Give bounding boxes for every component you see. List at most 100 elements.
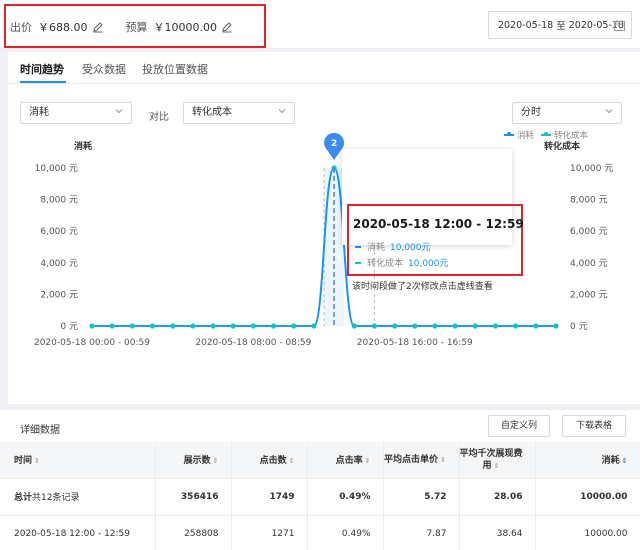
data-point (149, 323, 156, 329)
top-bar: 出价 ￥688.00 预算 ￥10000.00 2020-05-18 至 202… (0, 0, 640, 48)
data-point (553, 323, 559, 329)
tooltip-row-cost-value: 10,000元 (408, 259, 449, 269)
table-cell: 2020-05-18 12:00 - 12:59 (0, 515, 156, 550)
y-tick-right: 0 元 (570, 322, 588, 332)
modification-count-label: 2 (331, 139, 337, 149)
table-total-row: 总计共12条记录 356416 1749 0.49% 5.72 28.06 10… (0, 478, 640, 516)
y-tick-right: 8,000 元 (570, 196, 608, 206)
data-point (452, 323, 458, 329)
download-table-button[interactable]: 下载表格 (562, 415, 626, 437)
table-row[interactable]: 2020-05-18 12:00 - 12:59 258808 1271 0.4… (0, 515, 640, 550)
data-point (291, 323, 297, 329)
table-cell: 0.49% (307, 478, 384, 516)
y-tick-left: 10,000 元 (35, 164, 78, 174)
detail-data-panel: 详细数据 自定义列 下载表格 时间 ⇕ 展示数 ⇕ 点击数 ⇕ 点击率 ⇕ 平均点击单价… (0, 410, 640, 550)
sort-icon[interactable]: ⇕ (34, 457, 40, 465)
sort-icon[interactable]: ⇕ (213, 457, 219, 465)
x-tick-label: 2020-05-18 00:00 - 00:59 (34, 338, 150, 348)
table-cell: 10000.00 (535, 478, 640, 516)
table-cell: 38.64 (459, 515, 536, 550)
data-point (311, 323, 317, 329)
trend-chart[interactable]: 消耗 转化成本10,000 元 10,000 元8,000 元 8,000 元6,00… (8, 52, 640, 352)
y-tick-right: 6,000 元 (570, 227, 608, 237)
edit-bid-icon[interactable] (92, 21, 104, 33)
column-header-time[interactable]: 时间 ⇕ (0, 442, 156, 479)
bid-budget-row: 出价 ￥688.00 预算 ￥10000.00 (10, 19, 233, 35)
x-tick-label: 2020-05-18 08:00 - 08:59 (195, 338, 311, 348)
y-tick-right: 4,000 元 (570, 259, 608, 269)
custom-columns-button[interactable]: 自定义列 (488, 415, 550, 437)
chart-card: 时间趋势 受众数据 投放位置数据 消耗 对比 转化成本 分时 消耗 转化成本 消… (8, 52, 640, 404)
data-point (89, 323, 95, 329)
x-tick-label: 2020-05-18 16:00 - 16:59 (357, 338, 473, 348)
sort-icon[interactable]: ⇕ (494, 460, 500, 472)
data-point (270, 323, 277, 329)
tooltip-row-spend: 消耗 10,000元 (355, 240, 431, 253)
tooltip-title: 2020-05-18 12:00 - 12:59 (353, 217, 524, 231)
table-header-row: 时间 ⇕ 展示数 ⇕ 点击数 ⇕ 点击率 ⇕ 平均点击单价 ⇕ 平均千次展现费用 ⇕ 消耗 ⇕ (0, 442, 640, 479)
budget-value: ￥10000.00 (153, 21, 218, 34)
data-point (250, 323, 256, 329)
total-label-cell: 总计共12条记录 (0, 478, 156, 516)
tooltip-swatch-cost (355, 261, 361, 264)
sort-icon[interactable]: ⇕ (440, 454, 446, 466)
data-point (533, 323, 539, 329)
budget-label: 预算 (125, 21, 148, 34)
y-tick-left: 4,000 元 (40, 259, 78, 269)
bid-value: ￥688.00 (38, 21, 88, 34)
data-point (371, 323, 378, 329)
y-tick-left: 8,000 元 (40, 196, 78, 206)
column-header-avg-cpc[interactable]: 平均点击单价 ⇕ (383, 442, 460, 479)
tooltip-row-spend-name: 消耗 (367, 243, 386, 253)
edit-budget-icon[interactable] (221, 21, 233, 33)
data-point (230, 323, 236, 329)
table-cell: 7.87 (383, 515, 460, 550)
y-tick-right: 2,000 元 (570, 290, 608, 300)
sort-icon[interactable]: ⇕ (289, 457, 295, 465)
y-axis-left-title: 消耗 (74, 140, 92, 152)
y-axis-right-title: 转化成本 (544, 140, 581, 152)
sort-icon[interactable]: ⇕ (365, 457, 371, 465)
calendar-icon (614, 20, 625, 31)
column-header-impressions[interactable]: 展示数 ⇕ (155, 442, 232, 479)
y-tick-left: 0 元 (60, 322, 78, 332)
bid-label: 出价 (10, 21, 32, 34)
data-point (210, 323, 216, 329)
table-cell: 5.72 (383, 478, 460, 516)
sort-active-icon[interactable]: ⇕ (622, 457, 628, 465)
table-cell: 356416 (155, 478, 232, 516)
tooltip-row-spend-value: 10,000元 (390, 243, 431, 253)
column-header-ctr[interactable]: 点击率 ⇕ (307, 442, 384, 479)
data-point (492, 323, 499, 329)
tooltip-note[interactable]: 该时间段做了2次修改点击虚线查看 (352, 279, 493, 292)
data-point (190, 323, 196, 329)
column-header-clicks[interactable]: 点击数 ⇕ (231, 442, 308, 479)
data-point (513, 323, 519, 329)
data-point (129, 323, 135, 329)
table-cell: 1271 (231, 515, 308, 550)
table-cell: 10000.00 (535, 515, 640, 550)
tooltip-swatch-spend (355, 245, 361, 248)
detail-title: 详细数据 (20, 425, 60, 436)
table-cell: 0.49% (307, 515, 384, 550)
tooltip-row-cost-name: 转化成本 (367, 259, 404, 269)
data-point (170, 323, 176, 329)
y-tick-left: 6,000 元 (40, 227, 78, 237)
y-tick-right: 10,000 元 (570, 164, 613, 174)
data-point (412, 323, 418, 329)
data-point (472, 323, 478, 329)
y-tick-left: 2,000 元 (40, 290, 78, 300)
table-cell: 1749 (231, 478, 308, 516)
date-range-picker[interactable]: 2020-05-18 至 2020-05-18 (488, 11, 632, 39)
table-cell: 28.06 (459, 478, 536, 516)
table-cell: 258808 (155, 515, 232, 550)
date-start: 2020-05-18 (498, 19, 554, 31)
column-header-spend[interactable]: 消耗 ⇕ (535, 442, 640, 479)
data-point (351, 323, 357, 329)
data-point (432, 323, 438, 329)
column-header-avg-cpm[interactable]: 平均千次展现费用 ⇕ (459, 442, 536, 479)
date-separator: 至 (556, 21, 566, 32)
tooltip-row-cost: 转化成本 10,000元 (355, 256, 449, 269)
data-point (109, 323, 115, 329)
detail-table: 时间 ⇕ 展示数 ⇕ 点击数 ⇕ 点击率 ⇕ 平均点击单价 ⇕ 平均千次展现费用 ⇕ 消耗 ⇕… (0, 442, 640, 550)
